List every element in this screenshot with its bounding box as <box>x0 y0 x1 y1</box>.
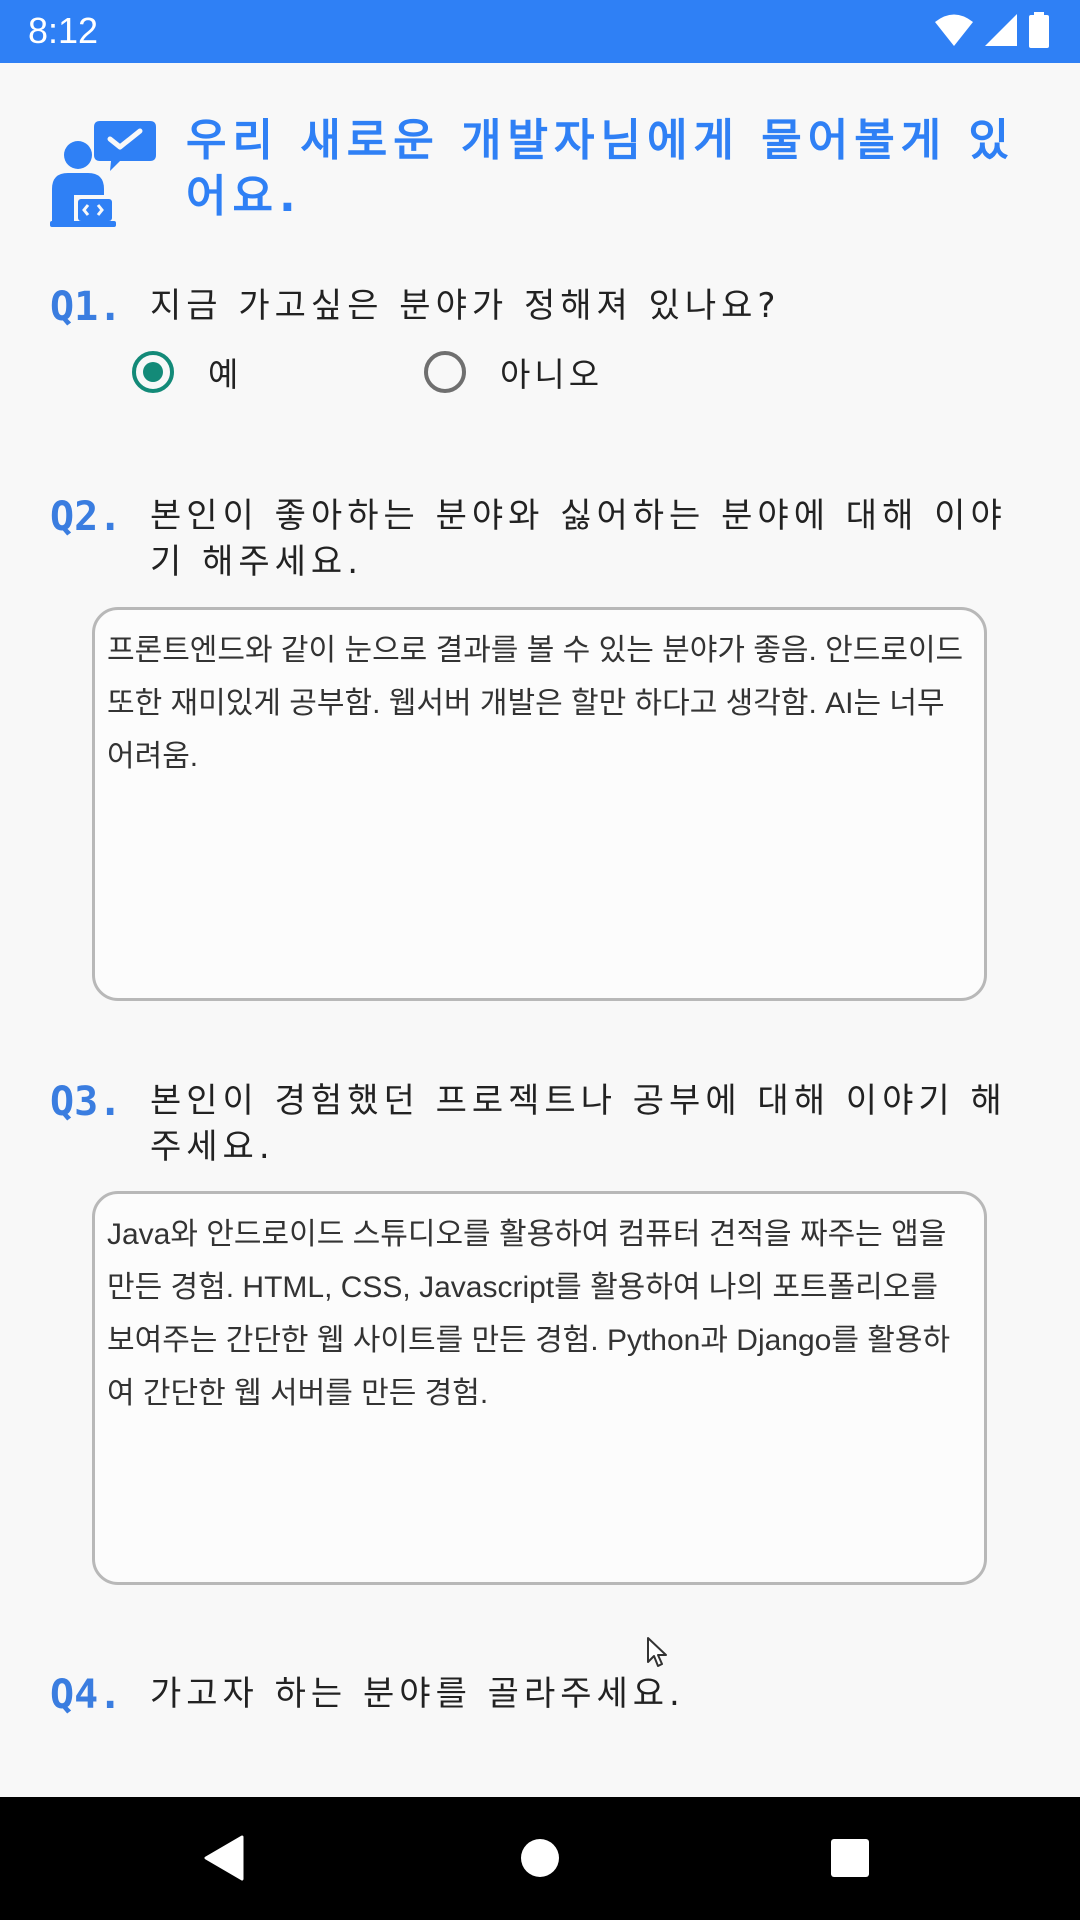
survey-header: 우리 새로운 개발자님에게 물어볼게 있어요. <box>48 113 1048 233</box>
question-number: Q3. <box>50 1079 123 1125</box>
radio-yes[interactable]: 예 <box>132 348 242 396</box>
radio-label-yes: 예 <box>208 355 243 394</box>
page-title: 우리 새로운 개발자님에게 물어볼게 있어요. <box>186 115 1015 222</box>
question-3: Q3. 본인이 경험했던 프로젝트나 공부에 대해 이야기 해주세요. <box>50 1078 1040 1174</box>
question-4: Q4. 가고자 하는 분야를 골라주세요. <box>50 1671 1040 1731</box>
radio-label-no: 아니오 <box>500 355 604 394</box>
navigation-bar <box>0 1797 1080 1920</box>
home-icon[interactable] <box>519 1835 561 1881</box>
q3-answer-textarea[interactable]: Java와 안드로이드 스튜디오를 활용하여 컴퓨터 견적을 짜주는 앱을 만든… <box>92 1191 987 1585</box>
back-icon[interactable] <box>204 1835 244 1881</box>
radio-unchecked-icon[interactable] <box>424 351 466 393</box>
developer-chat-icon <box>50 121 156 227</box>
question-1: Q1. 지금 가고싶은 분야가 정해져 있나요? <box>50 283 1040 343</box>
status-bar: 8:12 <box>0 0 1080 63</box>
recents-icon[interactable] <box>829 1835 871 1881</box>
question-number: Q1. <box>50 284 123 330</box>
wifi-icon <box>935 14 973 46</box>
question-number: Q2. <box>50 494 123 540</box>
question-text: 가고자 하는 분야를 골라주세요. <box>150 1674 685 1714</box>
question-text: 지금 가고싶은 분야가 정해져 있나요? <box>150 286 781 326</box>
survey-content[interactable]: 우리 새로운 개발자님에게 물어볼게 있어요. Q1. 지금 가고싶은 분야가 … <box>0 63 1080 1797</box>
radio-no[interactable]: 아니오 <box>424 348 603 396</box>
status-icons <box>934 12 1050 48</box>
mouse-cursor-icon <box>647 1637 667 1667</box>
q1-radio-group[interactable]: 예 아니오 <box>132 348 732 398</box>
question-text: 본인이 좋아하는 분야와 싫어하는 분야에 대해 이야기 해주세요. <box>150 496 1007 582</box>
question-text: 본인이 경험했던 프로젝트나 공부에 대해 이야기 해주세요. <box>150 1081 1007 1167</box>
signal-icon <box>985 14 1017 46</box>
q2-answer-textarea[interactable]: 프론트엔드와 같이 눈으로 결과를 볼 수 있는 분야가 좋음. 안드로이드 또… <box>92 607 987 1001</box>
question-2: Q2. 본인이 좋아하는 분야와 싫어하는 분야에 대해 이야기 해주세요. <box>50 493 1040 589</box>
battery-icon <box>1029 12 1049 48</box>
radio-checked-icon[interactable] <box>132 351 174 393</box>
question-number: Q4. <box>50 1672 123 1718</box>
status-time: 8:12 <box>28 10 99 51</box>
